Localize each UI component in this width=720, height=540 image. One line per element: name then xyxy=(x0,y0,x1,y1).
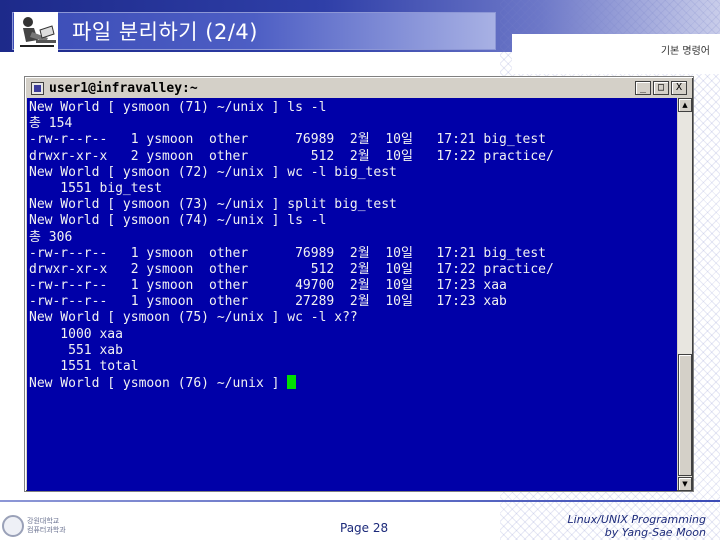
university-logo-text: 강원대학교 컴퓨터과학과 xyxy=(27,517,66,535)
logo-text-line1: 강원대학교 xyxy=(27,517,60,525)
footer-divider xyxy=(0,500,720,502)
section-label: 기본 명령어 xyxy=(660,46,710,57)
terminal-window[interactable]: user1@infravalley:~ _ □ X New World [ ys… xyxy=(24,76,694,492)
terminal-screen[interactable]: New World [ ysmoon (71) ~/unix ] ls -l 총… xyxy=(27,98,677,491)
university-logo: 강원대학교 컴퓨터과학과 xyxy=(2,514,72,538)
terminal-line: drwxr-xr-x 2 ysmoon other 512 2월 10일 17:… xyxy=(29,148,554,164)
terminal-line: 551 xab xyxy=(29,342,123,358)
terminal-prompt-line[interactable]: New World [ ysmoon (76) ~/unix ] xyxy=(29,375,677,391)
page-number: Page 28 xyxy=(340,521,389,535)
credit-line-2: by Yang-Sae Moon xyxy=(604,526,706,539)
terminal-title: user1@infravalley:~ xyxy=(49,80,198,96)
terminal-line: 1551 big_test xyxy=(29,180,163,196)
terminal-line: New World [ ysmoon (74) ~/unix ] ls -l xyxy=(29,213,327,229)
terminal-line: -rw-r--r-- 1 ysmoon other 76989 2월 10일 1… xyxy=(29,245,546,261)
terminal-line: New World [ ysmoon (72) ~/unix ] wc -l b… xyxy=(29,164,397,180)
terminal-line: New World [ ysmoon (71) ~/unix ] ls -l xyxy=(29,100,327,115)
terminal-line: 1000 xaa xyxy=(29,326,123,342)
close-button[interactable]: X xyxy=(671,81,687,95)
course-credit: Linux/UNIX Programming by Yang-Sae Moon xyxy=(568,513,706,539)
scroll-up-arrow-icon[interactable]: ▲ xyxy=(678,98,692,112)
scrollbar-thumb[interactable] xyxy=(678,354,692,476)
window-controls: _ □ X xyxy=(635,81,687,95)
terminal-titlebar[interactable]: user1@infravalley:~ _ □ X xyxy=(27,79,691,97)
terminal-scrollbar[interactable]: ▲ ▼ xyxy=(678,98,692,491)
terminal-line: New World [ ysmoon (73) ~/unix ] split b… xyxy=(29,197,397,213)
terminal-line: 총 306 xyxy=(29,229,73,245)
terminal-line: -rw-r--r-- 1 ysmoon other 49700 2월 10일 1… xyxy=(29,278,507,294)
terminal-cursor xyxy=(287,375,297,390)
student-reading-icon xyxy=(14,12,58,52)
terminal-line: -rw-r--r-- 1 ysmoon other 76989 2월 10일 1… xyxy=(29,132,546,148)
terminal-app-icon[interactable] xyxy=(31,81,44,95)
university-seal-icon xyxy=(2,515,24,537)
terminal-prompt: New World [ ysmoon (76) ~/unix ] xyxy=(29,376,288,392)
minimize-button[interactable]: _ xyxy=(635,81,651,95)
terminal-line: 1551 total xyxy=(29,359,139,374)
maximize-button[interactable]: □ xyxy=(653,81,669,95)
terminal-line: New World [ ysmoon (75) ~/unix ] wc -l x… xyxy=(29,310,358,326)
page-title: 파일 분리하기 (2/4) xyxy=(72,20,258,44)
terminal-line: 총 154 xyxy=(29,116,73,132)
terminal-line: -rw-r--r-- 1 ysmoon other 27289 2월 10일 1… xyxy=(29,294,507,310)
terminal-line: drwxr-xr-x 2 ysmoon other 512 2월 10일 17:… xyxy=(29,261,554,277)
scroll-down-arrow-icon[interactable]: ▼ xyxy=(678,477,692,491)
credit-line-1: Linux/UNIX Programming xyxy=(567,513,706,526)
logo-text-line2: 컴퓨터과학과 xyxy=(27,526,66,534)
